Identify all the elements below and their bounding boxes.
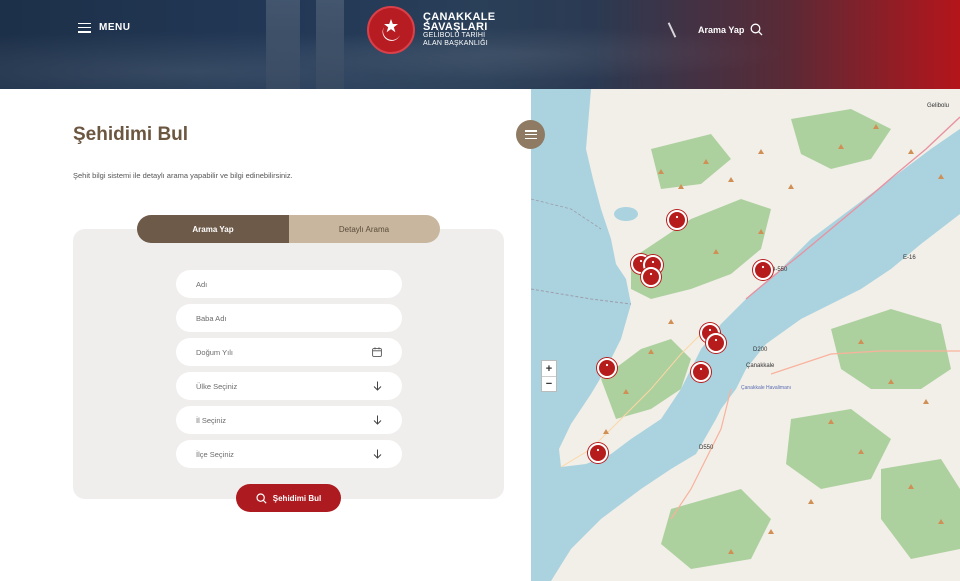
header-search-label: Arama Yap — [698, 24, 745, 35]
map-zoom-control: + − — [541, 360, 557, 392]
logo-line4: ALAN BAŞKANLIĞI — [423, 40, 488, 47]
birth-year-placeholder: Doğum Yılı — [196, 347, 233, 357]
country-select[interactable]: Ülke Seçiniz — [176, 372, 402, 400]
map-menu-button[interactable] — [516, 120, 545, 149]
arrow-down-icon — [373, 449, 382, 459]
logo-text: ÇANAKKALE SAVAŞLARI GELİBOLU TARİHİ ALAN… — [423, 12, 495, 48]
district-select[interactable]: İlçe Seçiniz — [176, 440, 402, 468]
arrow-down-icon — [373, 381, 382, 391]
martyr-pin[interactable] — [691, 362, 711, 382]
crescent-star-icon — [647, 272, 655, 281]
site-logo[interactable]: ÇANAKKALE SAVAŞLARI GELİBOLU TARİHİ ALAN… — [367, 6, 495, 54]
zoom-in-button[interactable]: + — [542, 361, 556, 376]
birth-year-field[interactable]: Doğum Yılı — [176, 338, 402, 366]
district-placeholder: İlçe Seçiniz — [196, 449, 234, 459]
crescent-star-icon — [673, 215, 681, 224]
martyr-pin[interactable] — [641, 267, 661, 287]
road-label: D550 — [699, 445, 714, 451]
city-label: Çanakkale — [746, 363, 775, 369]
page-description: Şehit bilgi sistemi ile detaylı arama ya… — [73, 171, 293, 180]
martyr-pin[interactable] — [588, 443, 608, 463]
crescent-star-icon — [603, 363, 611, 372]
map-tiles — [531, 89, 960, 581]
tab-detailed-search[interactable]: Detaylı Arama — [288, 215, 440, 243]
arrow-down-icon — [373, 415, 382, 425]
find-martyr-label: Şehidimi Bul — [272, 493, 322, 503]
menu-label: MENU — [99, 22, 131, 33]
hamburger-icon — [524, 130, 537, 139]
crescent-star-icon — [759, 265, 767, 274]
martyr-pin[interactable] — [753, 260, 773, 280]
martyr-map[interactable]: Çanakkale Çanakkale Havalimanı D-550 D20… — [531, 89, 960, 581]
province-select[interactable]: İl Seçiniz — [176, 406, 402, 434]
name-field[interactable]: Adı — [176, 270, 402, 298]
site-header: MENU ÇANAKKALE SAVAŞLARI GELİBOLU TARİHİ… — [0, 0, 960, 89]
page-title: Şehidimi Bul — [73, 124, 189, 145]
road-label: E-16 — [903, 255, 916, 261]
calendar-icon — [372, 347, 382, 357]
town-label: Gelibolu — [927, 103, 950, 109]
crescent-star-icon — [697, 367, 705, 376]
airport-label: Çanakkale Havalimanı — [741, 385, 792, 391]
search-icon — [256, 492, 267, 504]
menu-button[interactable]: MENU — [78, 22, 130, 33]
logo-line3: GELİBOLU TARİHİ — [423, 32, 486, 39]
crescent-star-icon — [594, 448, 602, 457]
road-label: D200 — [753, 347, 768, 353]
martyr-pin[interactable] — [597, 358, 617, 378]
hamburger-icon — [78, 22, 91, 33]
zoom-out-button[interactable]: − — [542, 376, 556, 391]
header-search-button[interactable]: Arama Yap — [698, 23, 763, 36]
logo-line2: SAVAŞLARI — [423, 21, 488, 33]
crescent-star-icon — [712, 338, 720, 347]
monument-image — [266, 0, 300, 89]
monument-image — [316, 0, 344, 89]
tab-search[interactable]: Arama Yap — [137, 215, 289, 243]
father-name-placeholder: Baba Adı — [196, 313, 227, 323]
martyr-pin[interactable] — [706, 333, 726, 353]
name-placeholder: Adı — [196, 279, 208, 289]
search-icon — [750, 23, 763, 36]
country-placeholder: Ülke Seçiniz — [196, 381, 238, 391]
province-placeholder: İl Seçiniz — [196, 415, 227, 425]
father-name-field[interactable]: Baba Adı — [176, 304, 402, 332]
road-label: D-550 — [771, 267, 788, 273]
find-martyr-button[interactable]: Şehidimi Bul — [236, 484, 341, 512]
crescent-star-icon — [367, 6, 415, 54]
martyr-pin[interactable] — [667, 210, 687, 230]
